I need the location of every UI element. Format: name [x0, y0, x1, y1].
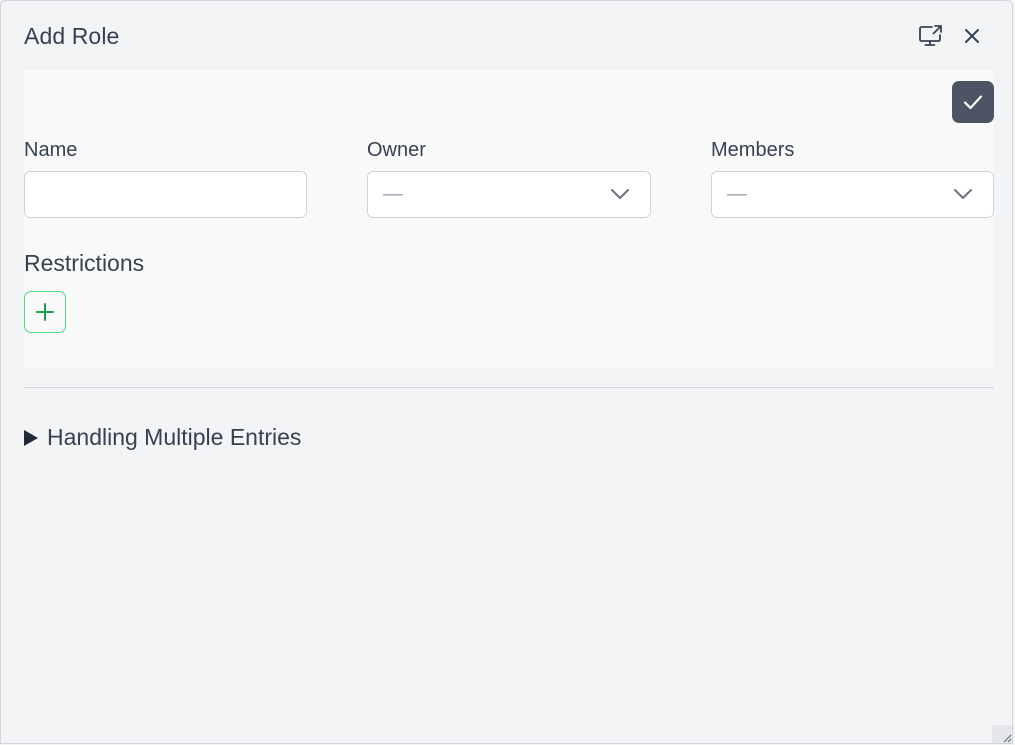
members-select-value: — — [727, 183, 747, 205]
check-icon — [963, 95, 983, 110]
add-role-dialog: Add Role Name Owner — Members — Restrict… — [0, 0, 1013, 744]
section-divider — [24, 387, 994, 388]
members-select[interactable]: — — [711, 171, 994, 218]
close-icon — [965, 29, 979, 43]
handling-multiple-entries-toggle[interactable]: Handling Multiple Entries — [24, 424, 301, 451]
monitor-popout-icon — [919, 25, 942, 46]
close-button[interactable] — [959, 23, 985, 49]
dialog-title: Add Role — [24, 23, 120, 49]
restrictions-heading: Restrictions — [24, 250, 145, 276]
resize-handle[interactable] — [992, 725, 1012, 743]
resize-grip-icon — [1003, 734, 1012, 743]
role-form-panel: Name Owner — Members — Restrictions — [24, 70, 994, 369]
chevron-down-icon — [611, 189, 629, 199]
owner-label: Owner — [367, 139, 426, 161]
owner-select-value: — — [383, 183, 403, 205]
handling-multiple-entries-title: Handling Multiple Entries — [47, 424, 302, 450]
popout-button[interactable] — [918, 23, 944, 49]
add-restriction-button[interactable] — [24, 291, 66, 333]
chevron-down-icon — [954, 189, 972, 199]
caret-right-icon — [24, 429, 38, 446]
owner-select[interactable]: — — [367, 171, 651, 218]
name-input[interactable] — [24, 171, 307, 218]
plus-icon — [36, 303, 54, 321]
save-button[interactable] — [952, 81, 994, 123]
members-label: Members — [711, 139, 795, 161]
name-label: Name — [24, 139, 78, 161]
